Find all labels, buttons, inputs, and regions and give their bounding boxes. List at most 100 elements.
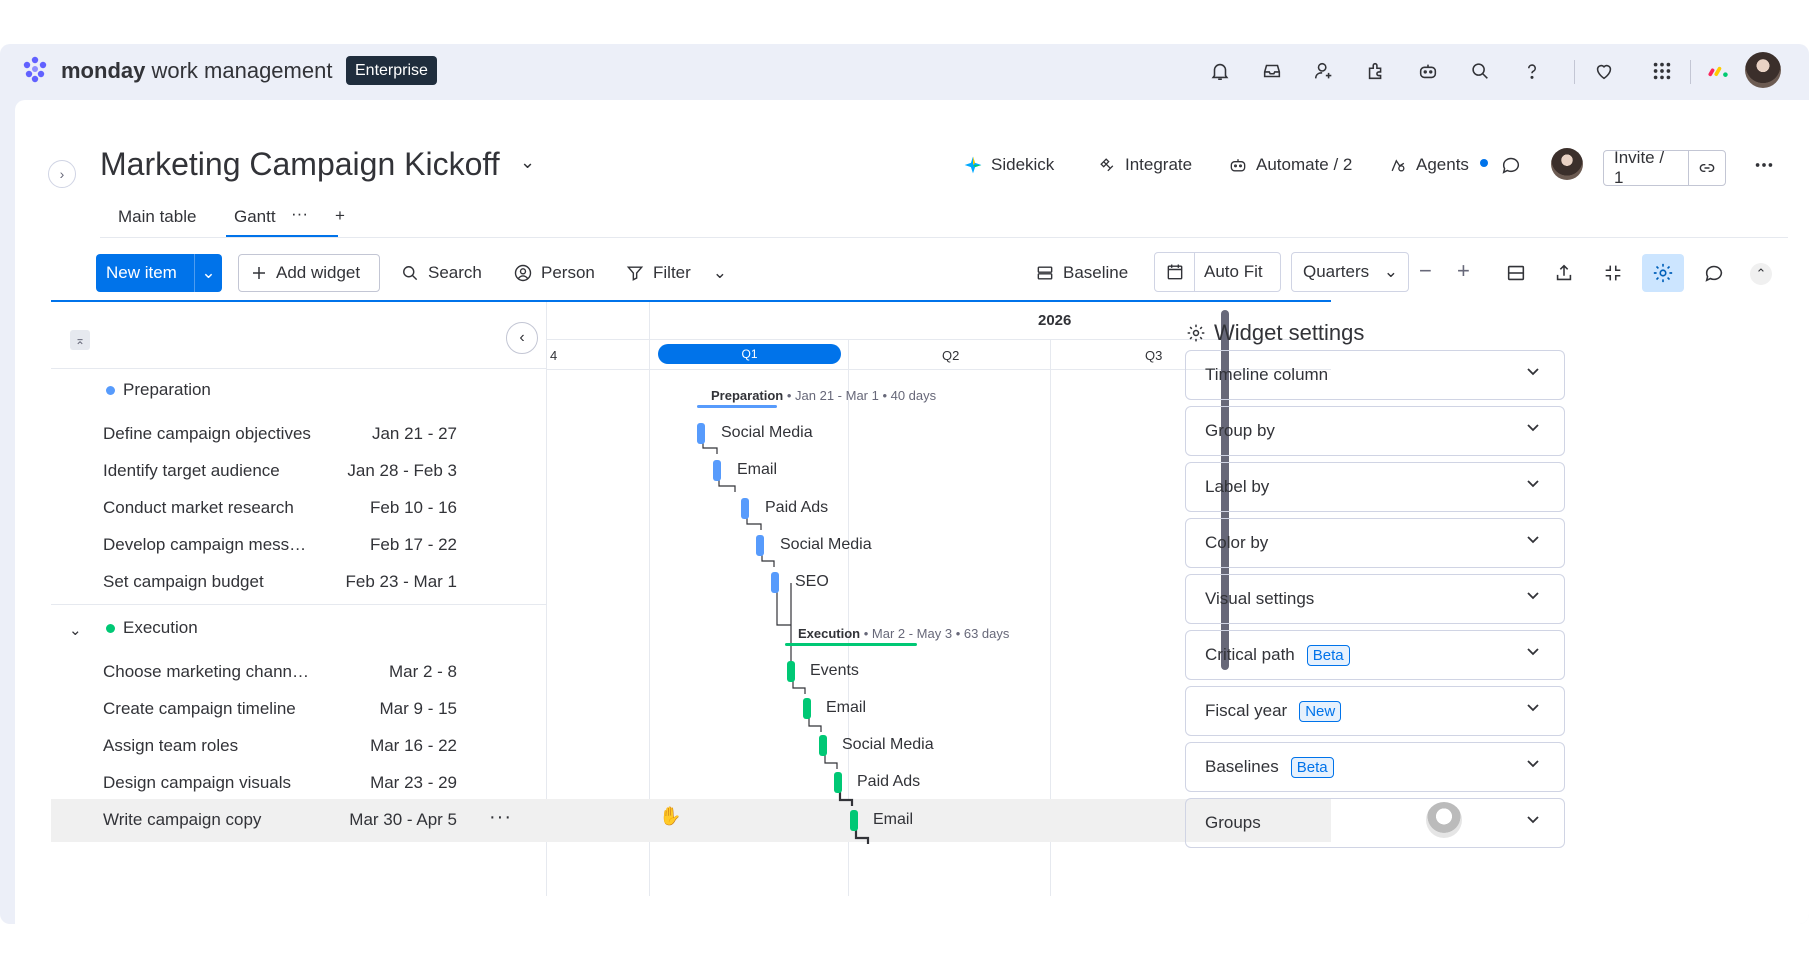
search-icon[interactable] (1467, 58, 1493, 84)
copy-link-icon[interactable] (1688, 151, 1725, 185)
baseline-icon (1037, 266, 1053, 280)
setting-groups[interactable]: Groups (1185, 798, 1565, 848)
table-row[interactable]: Write campaign copy Mar 30 - Apr 5 ··· (51, 799, 547, 842)
task-bar[interactable] (850, 810, 858, 831)
task-bar[interactable] (787, 661, 795, 682)
task-name: Assign team roles (103, 736, 239, 755)
plan-badge: Enterprise (346, 56, 437, 85)
divider (51, 368, 547, 369)
apps-grid-icon[interactable] (1649, 58, 1675, 84)
tab-main-table[interactable]: Main table (118, 207, 196, 227)
setting-label: Label by (1205, 477, 1270, 496)
task-bar[interactable] (697, 423, 705, 444)
add-tab-button[interactable]: + (335, 206, 345, 226)
zoom-out-button[interactable]: − (1419, 252, 1432, 290)
new-item-label: New item (106, 263, 177, 282)
monday-product-icon[interactable] (1706, 58, 1732, 84)
tab-gantt[interactable]: Gantt (234, 207, 276, 227)
export-icon[interactable] (1551, 260, 1577, 286)
zoom-in-button[interactable]: + (1457, 252, 1470, 290)
automate-button[interactable]: Automate / 2 (1228, 148, 1352, 182)
chevron-down-icon[interactable]: ⌄ (713, 263, 727, 283)
quarters-select[interactable]: Quarters ⌄ (1291, 252, 1409, 292)
integrate-label: Integrate (1125, 155, 1193, 174)
task-bar[interactable] (819, 735, 827, 756)
person-filter-button[interactable]: Person (513, 254, 595, 292)
apps-icon[interactable] (1363, 58, 1389, 84)
auto-fit-button[interactable]: Auto Fit (1195, 262, 1263, 282)
avatar[interactable] (1745, 52, 1781, 88)
chevron-down-icon[interactable]: ⌄ (69, 621, 82, 639)
setting-critical-path[interactable]: Critical path Beta (1185, 630, 1565, 680)
help-icon[interactable] (1519, 58, 1545, 84)
setting-timeline-column[interactable]: Timeline column (1185, 350, 1565, 400)
collapse-all-icon[interactable]: ⌅ (70, 330, 90, 350)
gantt-chart: ⌅ ‹ Preparation Define campaign objectiv… (51, 300, 1331, 896)
ai-bot-icon[interactable] (1415, 58, 1441, 84)
board-owner-avatar[interactable] (1551, 148, 1583, 180)
task-bar[interactable] (756, 535, 764, 556)
quarters-label: Quarters (1303, 262, 1370, 281)
task-bar[interactable] (803, 698, 811, 719)
chevron-down-icon[interactable]: ⌄ (520, 152, 535, 173)
setting-fiscal-year[interactable]: Fiscal year New (1185, 686, 1565, 736)
heart-icon[interactable] (1591, 58, 1617, 84)
collapse-fullscreen-icon[interactable] (1600, 260, 1626, 286)
filter-button[interactable]: Filter ⌄ (625, 254, 727, 292)
setting-label: Critical path (1205, 645, 1295, 664)
task-bar[interactable] (834, 772, 842, 793)
updates-icon[interactable] (1498, 152, 1524, 178)
task-bar[interactable] (771, 572, 779, 593)
chat-icon[interactable] (1701, 260, 1727, 286)
group-execution[interactable]: Execution (106, 618, 198, 638)
setting-color-by[interactable]: Color by (1185, 518, 1565, 568)
invite-label: Invite / 1 (1614, 148, 1665, 187)
sidekick-button[interactable]: Sidekick (963, 148, 1054, 182)
calendar-icon[interactable] (1155, 253, 1195, 291)
widget-settings-title: Widget settings (1186, 320, 1364, 346)
add-widget-button[interactable]: Add widget (238, 254, 380, 292)
search-button[interactable]: Search (400, 254, 482, 292)
monday-logo-icon[interactable] (20, 54, 50, 84)
task-bar[interactable] (741, 498, 749, 519)
task-label: Events (810, 662, 859, 679)
setting-group-by[interactable]: Group by (1185, 406, 1565, 456)
new-item-button[interactable]: New item ⌄ (96, 254, 222, 292)
invite-member-icon[interactable] (1311, 58, 1337, 84)
group-color-dot (106, 623, 115, 633)
chevron-down-icon (1527, 760, 1539, 768)
baseline-button[interactable]: Baseline (1035, 254, 1128, 292)
tab-more-icon[interactable]: ··· (291, 204, 308, 224)
agents-button[interactable]: Agents (1388, 148, 1469, 182)
setting-label: Group by (1205, 421, 1275, 440)
setting-baselines[interactable]: Baselines Beta (1185, 742, 1565, 792)
setting-label-by[interactable]: Label by (1185, 462, 1565, 512)
more-options-icon[interactable] (1751, 152, 1777, 178)
beta-badge: Beta (1290, 756, 1334, 778)
task-dates: Feb 17 - 22 (370, 535, 457, 554)
setting-label: Groups (1205, 813, 1261, 832)
row-more-icon[interactable]: ··· (489, 806, 512, 829)
expand-sidebar-button[interactable]: › (48, 160, 76, 188)
baseline-label: Baseline (1063, 263, 1129, 282)
bell-icon[interactable] (1207, 58, 1233, 84)
layout-icon[interactable] (1503, 260, 1529, 286)
group-color-dot (106, 385, 115, 395)
chevron-down-icon[interactable]: ⌄ (194, 254, 222, 292)
chevron-down-icon (1527, 816, 1539, 824)
widget-settings-button[interactable] (1642, 254, 1684, 292)
task-label: Social Media (842, 736, 934, 753)
task-bar[interactable] (713, 460, 721, 481)
collapse-toolbar-icon[interactable]: ⌃ (1750, 263, 1772, 285)
invite-button[interactable]: Invite / 1 (1603, 148, 1726, 187)
integrate-button[interactable]: Integrate (1097, 148, 1192, 182)
inbox-icon[interactable] (1259, 58, 1285, 84)
setting-visual-settings[interactable]: Visual settings (1185, 574, 1565, 624)
task-label: Email (873, 811, 914, 828)
chevron-left-icon[interactable]: ‹ (506, 322, 538, 354)
task-label: Email (737, 461, 778, 478)
task-list: ⌅ ‹ Preparation Define campaign objectiv… (51, 302, 547, 896)
group-summary-execution: Execution • Mar 2 - May 3 • 63 days (798, 626, 1010, 641)
group-preparation[interactable]: Preparation (106, 380, 211, 400)
table-row[interactable]: Set campaign budget Feb 23 - Mar 1 (51, 561, 547, 604)
